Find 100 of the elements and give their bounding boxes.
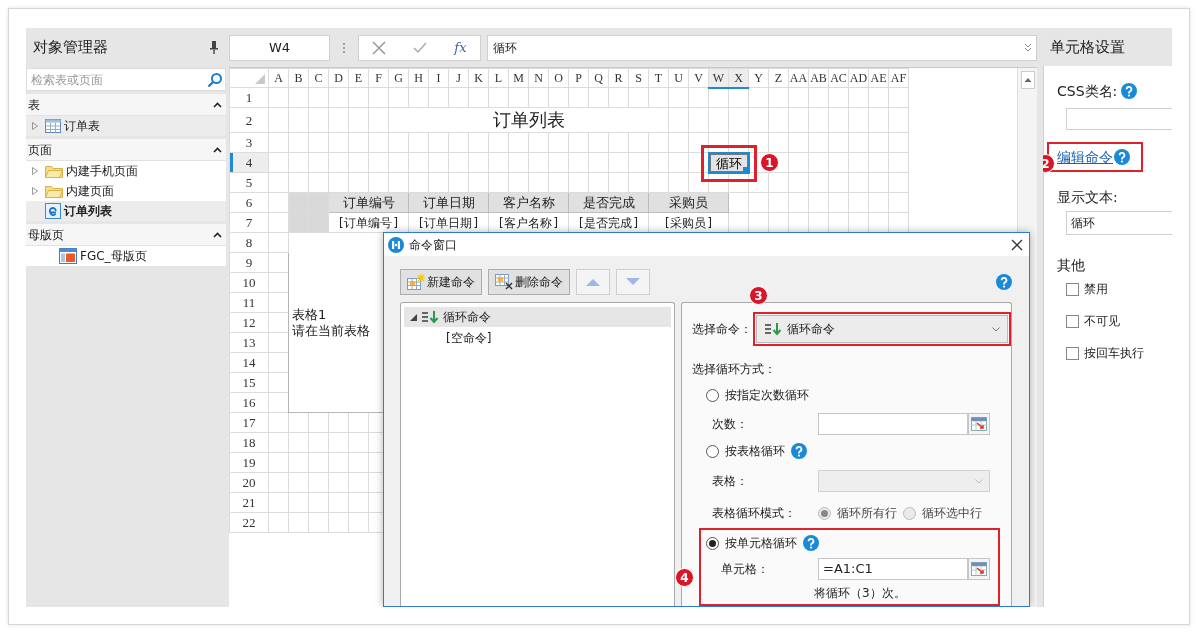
row-header[interactable]: 3 — [229, 132, 269, 153]
help-icon[interactable] — [1114, 149, 1130, 165]
formula-field[interactable]: 循环 — [487, 34, 1037, 61]
tree-item[interactable]: 循环命令 — [404, 307, 671, 327]
column-header[interactable]: AF — [888, 68, 909, 88]
collapse-icon[interactable] — [410, 313, 417, 321]
command-select[interactable]: 循环命令 — [756, 315, 1008, 343]
row-header[interactable]: 5 — [229, 172, 269, 193]
column-header[interactable]: AA — [788, 68, 809, 88]
expander-icon[interactable] — [32, 122, 38, 130]
search-icon[interactable] — [207, 72, 223, 88]
radio-button[interactable] — [706, 536, 719, 550]
column-header[interactable]: P — [568, 68, 589, 88]
row-header[interactable]: 11 — [229, 292, 269, 313]
expander-icon[interactable] — [32, 167, 38, 175]
checkbox[interactable] — [1066, 314, 1079, 328]
function-button[interactable]: fx — [454, 37, 467, 58]
section-header[interactable]: 母版页 — [26, 224, 226, 246]
column-header[interactable]: F — [368, 68, 389, 88]
column-header[interactable]: V — [688, 68, 709, 88]
row-header[interactable]: 20 — [229, 472, 269, 493]
count-field[interactable] — [818, 413, 968, 435]
column-header[interactable]: M — [508, 68, 529, 88]
help-icon[interactable] — [996, 274, 1012, 290]
tree-item[interactable]: [空命令] — [404, 328, 671, 348]
column-header[interactable]: I — [428, 68, 449, 88]
scroll-up-icon[interactable] — [1020, 71, 1035, 89]
grip-icon[interactable] — [342, 41, 346, 54]
row-header[interactable]: 14 — [229, 352, 269, 373]
collapse-icon[interactable] — [213, 146, 222, 153]
help-icon[interactable] — [791, 443, 807, 459]
collapse-icon[interactable] — [213, 231, 222, 238]
pin-icon[interactable] — [210, 40, 218, 54]
toolbar-button[interactable]: 新建命令 — [400, 269, 482, 295]
radio-label[interactable]: 按单元格循环 — [725, 534, 797, 552]
column-header[interactable]: T — [648, 68, 669, 88]
column-header[interactable]: AD — [848, 68, 869, 88]
edit-command-link[interactable]: 编辑命令 — [1057, 146, 1113, 168]
close-icon[interactable] — [1011, 238, 1023, 251]
search-field[interactable]: 检索表或页面 — [26, 68, 226, 91]
section-header[interactable]: 表 — [26, 94, 226, 116]
resize-handle[interactable] — [743, 167, 748, 172]
column-header[interactable]: Z — [768, 68, 789, 88]
column-header[interactable]: U — [668, 68, 689, 88]
column-header[interactable]: AE — [868, 68, 889, 88]
column-header[interactable]: Y — [748, 68, 769, 88]
row-header[interactable]: 21 — [229, 492, 269, 513]
column-header[interactable]: G — [388, 68, 409, 88]
toolbar-button[interactable]: 删除命令 — [488, 269, 570, 295]
row-header[interactable]: 18 — [229, 432, 269, 453]
tree-item[interactable]: FGC_母版页 — [26, 246, 226, 266]
column-header[interactable]: B — [288, 68, 309, 88]
column-header[interactable]: R — [608, 68, 629, 88]
cell-range-field[interactable]: =A1:C1 — [818, 558, 968, 580]
display-text-field[interactable]: 循环 — [1066, 211, 1172, 235]
row-header[interactable]: 16 — [229, 392, 269, 413]
radio-label[interactable]: 按指定次数循环 — [725, 386, 809, 404]
column-header[interactable]: A — [268, 68, 289, 88]
radio-label[interactable]: 按表格循环 — [725, 442, 785, 460]
row-header[interactable]: 12 — [229, 312, 269, 333]
row-header[interactable]: 19 — [229, 452, 269, 473]
column-header[interactable]: AC — [828, 68, 849, 88]
expander-icon[interactable] — [32, 187, 38, 195]
column-header[interactable]: L — [488, 68, 509, 88]
help-icon[interactable] — [1121, 83, 1138, 99]
row-header[interactable]: 10 — [229, 272, 269, 293]
row-header[interactable]: 17 — [229, 412, 269, 433]
cancel-icon[interactable] — [372, 40, 387, 55]
confirm-icon[interactable] — [413, 41, 428, 54]
tree-item[interactable]: 内建页面 — [26, 181, 226, 201]
help-icon[interactable] — [803, 535, 819, 551]
radio-button[interactable] — [706, 388, 719, 402]
checkbox[interactable] — [1066, 282, 1079, 296]
row-header[interactable]: 13 — [229, 332, 269, 353]
column-header[interactable]: Q — [588, 68, 609, 88]
column-header[interactable]: J — [448, 68, 469, 88]
row-header[interactable]: 2 — [229, 107, 269, 133]
cell-name-field[interactable]: W4 — [229, 34, 330, 61]
expand-icon[interactable] — [1024, 43, 1032, 52]
column-header[interactable]: D — [328, 68, 349, 88]
radio-button[interactable] — [706, 444, 719, 458]
row-header[interactable]: 6 — [229, 192, 269, 213]
loop-button[interactable]: 循环 — [709, 154, 748, 172]
column-header[interactable]: O — [548, 68, 569, 88]
column-header[interactable]: AB — [808, 68, 829, 88]
row-header[interactable]: 8 — [229, 232, 269, 253]
row-header[interactable]: 15 — [229, 372, 269, 393]
row-header[interactable]: 4 — [229, 152, 269, 173]
column-header[interactable]: K — [468, 68, 489, 88]
column-header[interactable]: N — [528, 68, 549, 88]
row-header[interactable]: 7 — [229, 212, 269, 233]
row-header[interactable]: 22 — [229, 512, 269, 533]
column-header[interactable]: E — [348, 68, 369, 88]
column-header[interactable]: H — [408, 68, 429, 88]
section-header[interactable]: 页面 — [26, 139, 226, 161]
row-header[interactable]: 1 — [229, 87, 269, 108]
tree-item[interactable]: 订单列表 — [26, 201, 226, 221]
column-header[interactable]: S — [628, 68, 649, 88]
collapse-icon[interactable] — [213, 101, 222, 108]
tree-item[interactable]: 内建手机页面 — [26, 161, 226, 181]
